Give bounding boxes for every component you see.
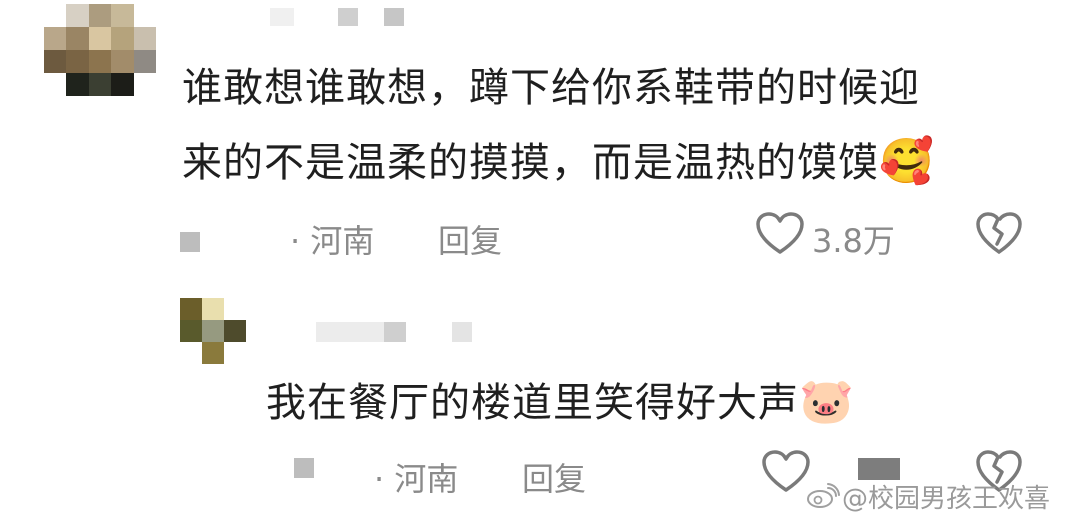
- avatar-mosaic-cell: [88, 27, 112, 50]
- smiling-hug-emoji: 🥰: [879, 136, 935, 187]
- avatar-mosaic-cell: [44, 27, 67, 50]
- avatar-mosaic-cell: [88, 4, 112, 27]
- comment-text: 我在餐厅的楼道里笑得好大声🐷: [266, 372, 855, 433]
- avatar-mosaic-cell: [88, 73, 112, 96]
- avatar-mosaic-cell: [202, 320, 224, 342]
- like-count: 3.8万: [812, 222, 895, 260]
- avatar-mosaic-cell: [44, 73, 67, 96]
- reply-button[interactable]: 回复: [438, 216, 502, 262]
- username-redacted: [384, 322, 406, 342]
- avatar-mosaic-cell: [133, 50, 156, 73]
- avatar-mosaic-cell: [133, 4, 156, 27]
- pig-face-emoji: 🐷: [799, 376, 855, 427]
- avatar-mosaic-cell: [224, 320, 246, 342]
- avatar-mosaic-cell: [66, 4, 89, 27]
- timestamp-redacted: [180, 232, 200, 252]
- comment-text: 来的不是温柔的摸摸，而是温热的馍馍🥰: [182, 132, 935, 193]
- timestamp-redacted: [294, 458, 314, 478]
- avatar-mosaic-cell: [44, 50, 67, 73]
- comment-text: 谁敢想谁敢想，蹲下给你系鞋带的时候迎: [182, 65, 920, 111]
- avatar-mosaic-cell: [224, 342, 246, 364]
- avatar-mosaic-cell: [111, 4, 134, 27]
- watermark-text: @校园男孩王欢喜: [842, 484, 1051, 514]
- heart-outline-icon[interactable]: [762, 450, 810, 494]
- avatar-mosaic-cell: [111, 73, 134, 96]
- avatar-mosaic-cell: [66, 73, 89, 96]
- avatar-mosaic-cell: [202, 298, 224, 320]
- username-redacted: [452, 322, 472, 342]
- username-redacted: [384, 8, 404, 26]
- username-redacted[interactable]: [316, 322, 386, 342]
- location-label: · 河南: [290, 222, 375, 260]
- avatar-mosaic-cell: [180, 342, 202, 364]
- reply-button[interactable]: 回复: [522, 454, 586, 500]
- avatar-mosaic-cell: [202, 342, 224, 364]
- heart-outline-icon[interactable]: [756, 212, 804, 256]
- username-redacted[interactable]: [270, 8, 294, 26]
- avatar-mosaic-cell: [44, 4, 67, 27]
- like-count-redacted: [858, 458, 900, 480]
- avatar-mosaic-cell: [88, 50, 112, 73]
- avatar-mosaic-cell: [111, 50, 134, 73]
- comment-text-line: 来的不是温柔的摸摸，而是温热的馍馍: [182, 140, 879, 186]
- avatar[interactable]: [44, 4, 156, 96]
- weibo-logo-icon: [807, 483, 840, 508]
- avatar-mosaic-cell: [111, 27, 134, 50]
- avatar-mosaic-cell: [180, 298, 202, 320]
- avatar-mosaic-cell: [66, 50, 89, 73]
- broken-heart-icon[interactable]: [976, 212, 1022, 256]
- avatar-mosaic-cell: [224, 298, 246, 320]
- username-redacted: [338, 8, 358, 26]
- avatar-mosaic-cell: [133, 27, 156, 50]
- avatar-mosaic-cell: [133, 73, 156, 96]
- avatar-mosaic-cell: [66, 27, 89, 50]
- location-label: · 河南: [374, 460, 459, 498]
- avatar-mosaic-cell: [180, 320, 202, 342]
- comment-text-line: 我在餐厅的楼道里笑得好大声: [266, 380, 799, 426]
- avatar[interactable]: [180, 298, 246, 364]
